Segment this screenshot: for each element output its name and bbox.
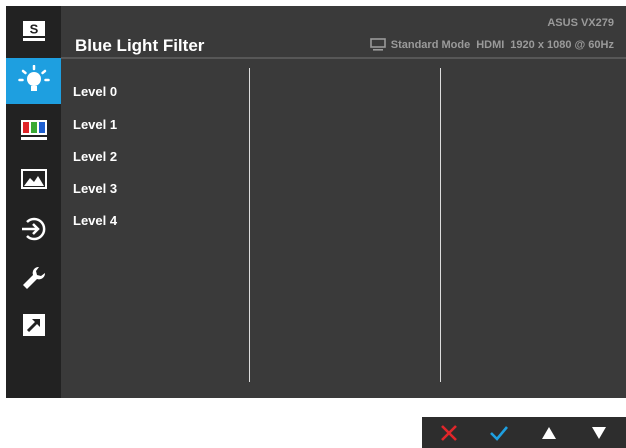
page-title: Blue Light Filter	[75, 36, 205, 55]
up-button[interactable]	[524, 417, 574, 448]
down-arrow-icon	[592, 426, 606, 439]
option-level-4[interactable]: Level 4	[73, 213, 117, 228]
color-icon	[20, 120, 47, 140]
sidebar-item-blue-light-filter[interactable]	[6, 58, 61, 104]
close-button[interactable]	[424, 417, 474, 448]
option-level-2[interactable]: Level 2	[73, 149, 117, 164]
header-divider	[61, 57, 626, 59]
splendid-icon: S	[22, 21, 45, 41]
sidebar-item-shortcut[interactable]	[6, 308, 61, 342]
shortcut-icon	[22, 314, 45, 336]
navigation-bar	[422, 417, 626, 448]
svg-text:S: S	[29, 22, 38, 37]
column-divider	[249, 68, 250, 382]
model-name: ASUS VX279	[547, 17, 614, 29]
status-bar: Standard Mode HDMI 1920 x 1080 @ 60Hz	[369, 38, 614, 51]
sidebar-item-input-select[interactable]	[6, 212, 61, 246]
down-button[interactable]	[574, 417, 624, 448]
image-icon	[20, 169, 47, 189]
blue-light-filter-icon	[17, 65, 50, 91]
up-arrow-icon	[542, 426, 556, 439]
monitor-icon	[369, 38, 386, 51]
input-select-icon	[21, 217, 45, 241]
status-input: HDMI	[476, 38, 505, 51]
sidebar: S	[6, 6, 61, 398]
column-divider	[440, 68, 441, 382]
status-mode: Standard Mode	[390, 38, 471, 51]
sidebar-item-color[interactable]	[6, 113, 61, 147]
option-level-1[interactable]: Level 1	[73, 117, 117, 132]
status-resolution: 1920 x 1080 @ 60Hz	[510, 38, 614, 51]
close-icon	[441, 424, 457, 441]
confirm-button[interactable]	[474, 417, 524, 448]
sidebar-item-splendid[interactable]: S	[6, 14, 61, 48]
option-level-3[interactable]: Level 3	[73, 181, 117, 196]
option-level-0[interactable]: Level 0	[73, 84, 117, 99]
sidebar-item-system-setup[interactable]	[6, 261, 61, 295]
osd-menu: S Blue Light Filter ASUS VX279 Standard …	[6, 6, 626, 398]
confirm-icon	[490, 425, 508, 441]
system-setup-icon	[22, 266, 45, 289]
sidebar-item-image[interactable]	[6, 162, 61, 196]
